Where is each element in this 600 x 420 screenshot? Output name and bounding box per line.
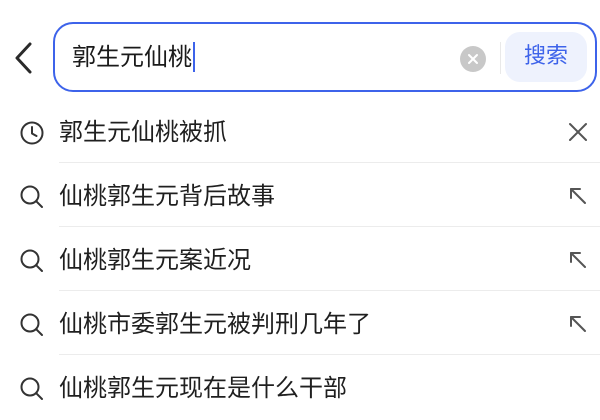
chevron-left-icon	[15, 42, 32, 74]
suggestion-item-history[interactable]: 郭生元仙桃被抓	[0, 100, 600, 164]
divider	[59, 162, 600, 163]
search-query-text: 郭生元仙桃	[72, 43, 192, 71]
search-icon	[20, 249, 43, 272]
divider	[59, 226, 600, 227]
history-clock-icon	[20, 121, 44, 145]
fill-suggestion-button[interactable]	[563, 181, 593, 211]
divider	[59, 354, 600, 355]
search-box[interactable]: 郭生元仙桃 搜索	[53, 22, 597, 92]
remove-history-button[interactable]	[563, 117, 593, 147]
suggestion-text: 仙桃市委郭生元被判刑几年了	[59, 310, 371, 338]
search-input[interactable]: 郭生元仙桃	[72, 40, 195, 74]
suggestion-text: 仙桃郭生元背后故事	[59, 182, 275, 210]
text-cursor	[193, 41, 195, 72]
fill-arrow-icon	[570, 316, 586, 332]
remove-x-icon	[569, 123, 587, 141]
suggestion-item[interactable]: 仙桃郭生元案近况	[0, 228, 600, 292]
clear-button[interactable]	[460, 46, 486, 72]
suggestion-item[interactable]: 仙桃郭生元现在是什么干部	[0, 356, 600, 420]
suggestion-item[interactable]: 仙桃郭生元背后故事	[0, 164, 600, 228]
search-icon	[20, 377, 43, 400]
divider	[59, 290, 600, 291]
fill-arrow-icon	[570, 252, 586, 268]
suggestion-item[interactable]: 仙桃市委郭生元被判刑几年了	[0, 292, 600, 356]
fill-suggestion-button[interactable]	[563, 245, 593, 275]
suggestion-text: 仙桃郭生元案近况	[59, 246, 251, 274]
fill-suggestion-button[interactable]	[563, 309, 593, 339]
input-divider	[500, 42, 501, 74]
search-header: 郭生元仙桃 搜索	[0, 0, 600, 100]
clear-x-icon	[468, 54, 478, 64]
search-button[interactable]: 搜索	[505, 32, 587, 82]
fill-arrow-icon	[570, 188, 586, 204]
suggestion-text: 仙桃郭生元现在是什么干部	[59, 374, 347, 402]
search-icon	[20, 185, 43, 208]
suggestion-text: 郭生元仙桃被抓	[59, 118, 227, 146]
back-button[interactable]	[6, 36, 42, 80]
search-icon	[20, 313, 43, 336]
